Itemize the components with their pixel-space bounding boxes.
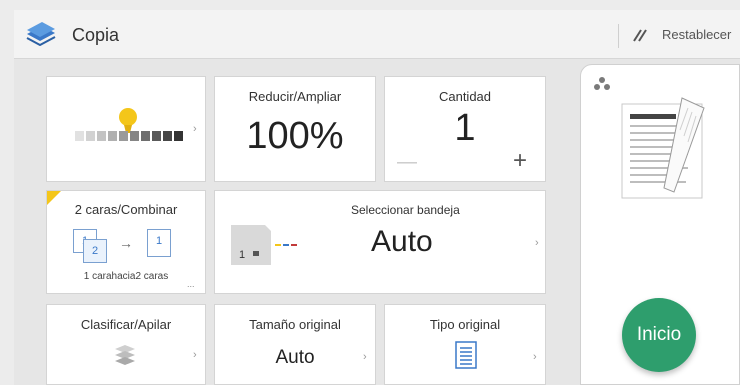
tray-number: 1 bbox=[239, 249, 246, 261]
header-divider bbox=[618, 24, 619, 48]
quantity-value: 1 bbox=[454, 107, 476, 149]
sort-stack-tile[interactable]: Clasificar/Apilar › bbox=[46, 304, 206, 385]
quantity-tile[interactable]: Cantidad 1 — + bbox=[384, 76, 546, 182]
reduce-enlarge-value: 100% bbox=[246, 115, 344, 157]
duplex-target-page: 1 bbox=[155, 235, 163, 247]
original-size-chevron: › bbox=[363, 351, 367, 363]
original-size-tile[interactable]: Tamaño original Auto › bbox=[214, 304, 376, 385]
duplex-arrow-icon: → bbox=[119, 235, 133, 251]
start-button[interactable]: Inicio bbox=[622, 298, 696, 372]
reduce-enlarge-tile[interactable]: Reducir/Ampliar 100% bbox=[214, 76, 376, 182]
app-title: Copia bbox=[72, 25, 120, 45]
original-type-icon bbox=[455, 341, 477, 369]
tray-tile[interactable]: Seleccionar bandeja 1 Auto › bbox=[214, 190, 546, 294]
reset-icon[interactable] bbox=[632, 27, 648, 43]
tray-label: Seleccionar bandeja bbox=[351, 203, 460, 217]
sort-stack-chevron: › bbox=[193, 349, 197, 361]
color-dots-icon bbox=[594, 77, 610, 90]
copy-app-icon bbox=[26, 22, 56, 46]
duplex-target-icon: 1 bbox=[147, 229, 171, 257]
original-type-chevron: › bbox=[533, 351, 537, 363]
duplex-source-icon: 1 2 bbox=[73, 229, 107, 263]
density-tile[interactable]: › bbox=[46, 76, 206, 182]
quantity-minus-button[interactable]: — bbox=[397, 151, 417, 174]
quantity-plus-button[interactable]: + bbox=[513, 147, 527, 175]
quantity-label: Cantidad bbox=[438, 89, 492, 104]
tray-chevron: › bbox=[535, 237, 539, 249]
original-type-label: Tipo original bbox=[429, 317, 501, 332]
duplex-page-back: 2 bbox=[83, 239, 107, 263]
duplex-tile[interactable]: 2 caras/Combinar 1 2 → 1 1 carahacia2 ca… bbox=[46, 190, 206, 294]
original-type-tile[interactable]: Tipo original › bbox=[384, 304, 546, 385]
original-size-value: Auto bbox=[275, 347, 315, 368]
duplex-more: ... bbox=[187, 279, 195, 289]
preview-document-icon bbox=[621, 97, 705, 199]
density-scale bbox=[75, 131, 183, 141]
sort-stack-label: Clasificar/Apilar bbox=[80, 317, 172, 332]
duplex-sub-label: 1 carahacia2 caras bbox=[83, 271, 169, 282]
reset-button[interactable]: Restablecer bbox=[662, 27, 731, 42]
density-chevron: › bbox=[193, 123, 197, 135]
sort-stack-icon bbox=[115, 345, 135, 365]
reduce-enlarge-label: Reducir/Ampliar bbox=[248, 89, 342, 104]
tray-value: Auto bbox=[371, 225, 433, 258]
original-size-label: Tamaño original bbox=[249, 317, 341, 332]
duplex-label: 2 caras/Combinar bbox=[74, 202, 178, 217]
